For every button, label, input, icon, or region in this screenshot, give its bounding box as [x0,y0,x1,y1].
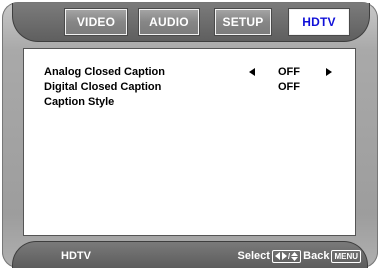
back-label: Back [303,250,330,262]
status-bar: HDTV Select / Back MENU [12,241,368,268]
hdtv-osd-menu: VIDEO AUDIO SETUP HDTV Analog Closed Cap… [0,0,380,270]
settings-panel: Analog Closed Caption OFF Digital Closed… [23,48,356,236]
up-down-arrow-icon [291,251,299,261]
nav-key-separator: / [287,251,291,261]
nav-keys-badge: / [271,249,302,263]
select-label: Select [237,250,270,262]
menu-item-value: OFF [278,66,300,78]
menu-item-label: Caption Style [44,96,115,108]
navigation-hint: Select / Back MENU [237,249,363,263]
menu-key-badge: MENU [331,249,361,263]
tab-setup[interactable]: SETUP [215,9,271,35]
right-arrow-icon[interactable] [326,68,332,76]
menu-item-value: OFF [278,81,300,93]
status-title: HDTV [61,250,91,262]
left-arrow-icon[interactable] [249,68,255,76]
left-right-arrow-icon [274,252,287,260]
tab-audio[interactable]: AUDIO [139,9,199,35]
menu-item-label: Digital Closed Caption [44,81,162,93]
tab-video[interactable]: VIDEO [65,9,127,35]
menu-item-label: Analog Closed Caption [44,66,165,78]
tab-bar: VIDEO AUDIO SETUP HDTV [12,3,370,42]
tab-hdtv[interactable]: HDTV [289,9,349,35]
